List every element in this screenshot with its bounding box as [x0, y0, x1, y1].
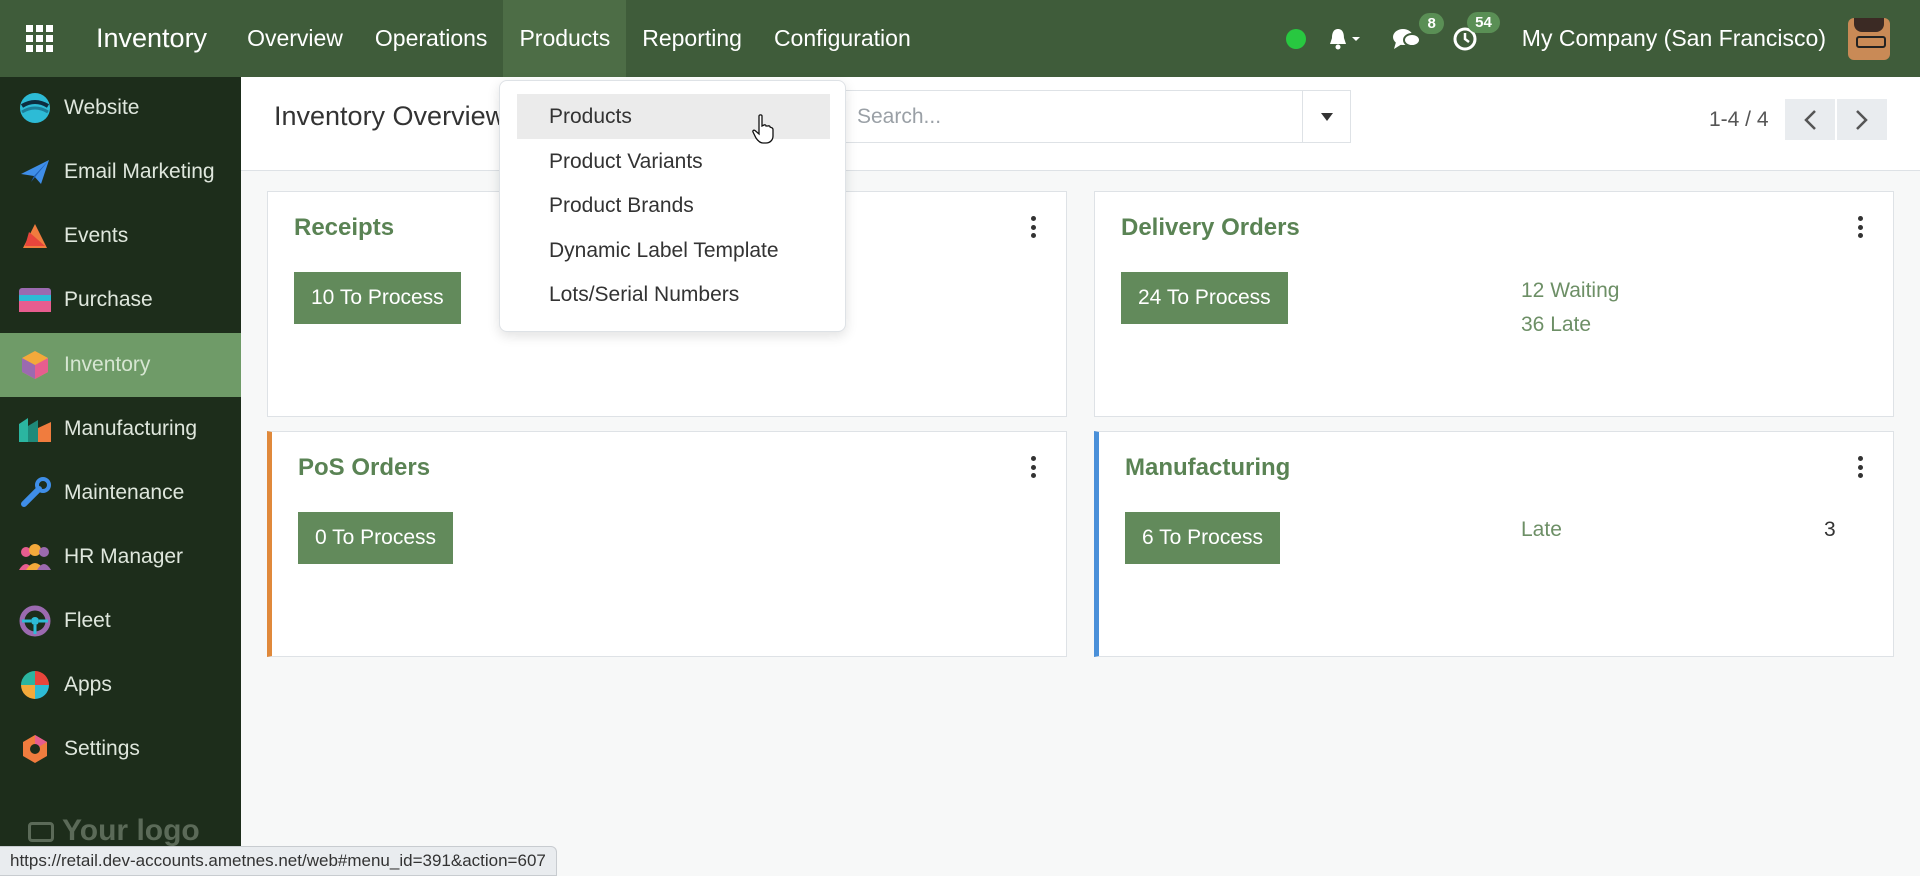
menu-reporting[interactable]: Reporting: [626, 0, 758, 77]
late-count[interactable]: 3: [1824, 518, 1836, 542]
maintenance-icon: [18, 476, 52, 510]
late-label[interactable]: Late: [1521, 518, 1562, 542]
top-navbar: Inventory Overview Operations Products R…: [0, 0, 1920, 77]
app-brand[interactable]: Inventory: [96, 23, 207, 54]
manufacturing-to-process-button[interactable]: 6 To Process: [1125, 512, 1281, 564]
caret-down-icon: [1320, 112, 1333, 121]
menu-overview[interactable]: Overview: [231, 0, 359, 77]
company-switcher[interactable]: My Company (San Francisco): [1522, 25, 1826, 52]
sidebar-item-label: Fleet: [64, 609, 111, 632]
menu-configuration[interactable]: Configuration: [758, 0, 927, 77]
sidebar-item-label: Maintenance: [64, 481, 185, 504]
delivery-orders-card: Delivery Orders 24 To Process 12 Waiting…: [1094, 191, 1894, 417]
sidebar-item-fleet[interactable]: Fleet: [0, 589, 241, 653]
app-switcher-button[interactable]: [0, 0, 78, 77]
company-logo: Your logo: [28, 814, 200, 848]
fleet-icon: [18, 604, 52, 638]
sidebar-item-email-marketing[interactable]: Email Marketing: [0, 140, 241, 204]
dropdown-item-products[interactable]: Products: [517, 94, 830, 139]
pager-value[interactable]: 1-4 / 4: [1709, 108, 1769, 132]
events-icon: [18, 219, 52, 253]
sidebar-item-label: HR Manager: [64, 545, 184, 568]
dropdown-item-product-brands[interactable]: Product Brands: [517, 183, 830, 228]
sidebar-item-label: Manufacturing: [64, 417, 198, 440]
apps-icon: [18, 668, 52, 702]
dropdown-item-dynamic-label-template[interactable]: Dynamic Label Template: [517, 228, 830, 273]
manufacturing-icon: [18, 412, 52, 446]
card-title[interactable]: Delivery Orders: [1121, 214, 1300, 242]
sidebar-item-manufacturing[interactable]: Manufacturing: [0, 397, 241, 461]
sidebar-item-label: Purchase: [64, 288, 153, 311]
sidebar-item-label: Events: [64, 224, 129, 247]
dropdown-item-lots-serial-numbers[interactable]: Lots/Serial Numbers: [517, 272, 830, 317]
kebab-menu-icon[interactable]: [1026, 216, 1040, 238]
menu-products[interactable]: Products: [503, 0, 627, 77]
chat-bubbles-icon: [1392, 28, 1421, 49]
camera-icon: [28, 822, 54, 843]
delivery-to-process-button[interactable]: 24 To Process: [1121, 272, 1288, 324]
search-bar: [844, 90, 1351, 143]
chevron-right-icon: [1855, 109, 1868, 130]
control-panel: Inventory Overview 1-4 / 4: [241, 77, 1920, 171]
logo-text: Your logo: [62, 814, 200, 847]
apps-grid-icon: [25, 25, 53, 52]
sidebar-item-website[interactable]: Website: [0, 76, 241, 140]
card-title[interactable]: PoS Orders: [298, 454, 430, 482]
card-title[interactable]: Manufacturing: [1125, 454, 1290, 482]
sidebar-item-label: Email Marketing: [64, 160, 215, 183]
kebab-menu-icon[interactable]: [1853, 456, 1867, 478]
presence-status-icon: [1285, 28, 1306, 49]
waiting-link[interactable]: 12 Waiting: [1521, 279, 1619, 303]
settings-icon: [18, 732, 52, 766]
pos-to-process-button[interactable]: 0 To Process: [298, 512, 454, 564]
sidebar-item-inventory[interactable]: Inventory: [0, 333, 241, 397]
sidebar-item-settings[interactable]: Settings: [0, 717, 241, 781]
pager: 1-4 / 4: [1709, 99, 1887, 140]
sidebar-item-events[interactable]: Events: [0, 204, 241, 268]
kebab-menu-icon[interactable]: [1853, 216, 1867, 238]
sidebar-item-label: Inventory: [64, 353, 151, 376]
sidebar-item-label: Settings: [64, 737, 140, 760]
sidebar-item-maintenance[interactable]: Maintenance: [0, 461, 241, 525]
notifications-button[interactable]: [1328, 27, 1362, 51]
products-dropdown-menu: Products Product Variants Product Brands…: [499, 80, 846, 332]
card-title[interactable]: Receipts: [294, 214, 394, 242]
activities-count-badge: 54: [1467, 11, 1500, 33]
pager-next-button[interactable]: [1836, 99, 1887, 140]
dropdown-item-product-variants[interactable]: Product Variants: [517, 139, 830, 184]
user-avatar[interactable]: [1848, 17, 1890, 60]
page-title: Inventory Overview: [274, 101, 506, 131]
email-marketing-icon: [18, 155, 52, 189]
search-input[interactable]: [845, 91, 1302, 142]
app-sidebar: Website Email Marketing Events Purchase …: [0, 77, 241, 876]
messages-count-badge: 8: [1419, 12, 1444, 34]
inventory-icon: [18, 348, 52, 382]
kebab-menu-icon[interactable]: [1026, 456, 1040, 478]
activities-button[interactable]: 54: [1452, 11, 1500, 52]
website-icon: [18, 91, 52, 125]
sidebar-item-apps[interactable]: Apps: [0, 653, 241, 717]
search-options-toggle[interactable]: [1302, 91, 1350, 142]
chevron-left-icon: [1803, 109, 1816, 130]
sidebar-item-label: Website: [64, 96, 140, 119]
pos-orders-card: PoS Orders 0 To Process: [267, 431, 1067, 657]
sidebar-item-hr-manager[interactable]: HR Manager: [0, 525, 241, 589]
receipts-to-process-button[interactable]: 10 To Process: [294, 272, 461, 324]
purchase-icon: [18, 283, 52, 317]
sidebar-item-purchase[interactable]: Purchase: [0, 268, 241, 332]
hr-manager-icon: [18, 540, 52, 574]
hand-pointer-cursor-icon: [752, 114, 774, 144]
bell-icon: [1329, 28, 1360, 49]
pager-previous-button[interactable]: [1784, 99, 1835, 140]
messages-button[interactable]: 8: [1392, 12, 1444, 51]
late-link[interactable]: 36 Late: [1521, 313, 1591, 337]
browser-status-bar: https://retail.dev-accounts.ametnes.net/…: [0, 846, 557, 876]
manufacturing-card: Manufacturing 6 To Process Late 3: [1094, 431, 1894, 657]
menu-operations[interactable]: Operations: [359, 0, 504, 77]
sidebar-item-label: Apps: [64, 673, 112, 696]
